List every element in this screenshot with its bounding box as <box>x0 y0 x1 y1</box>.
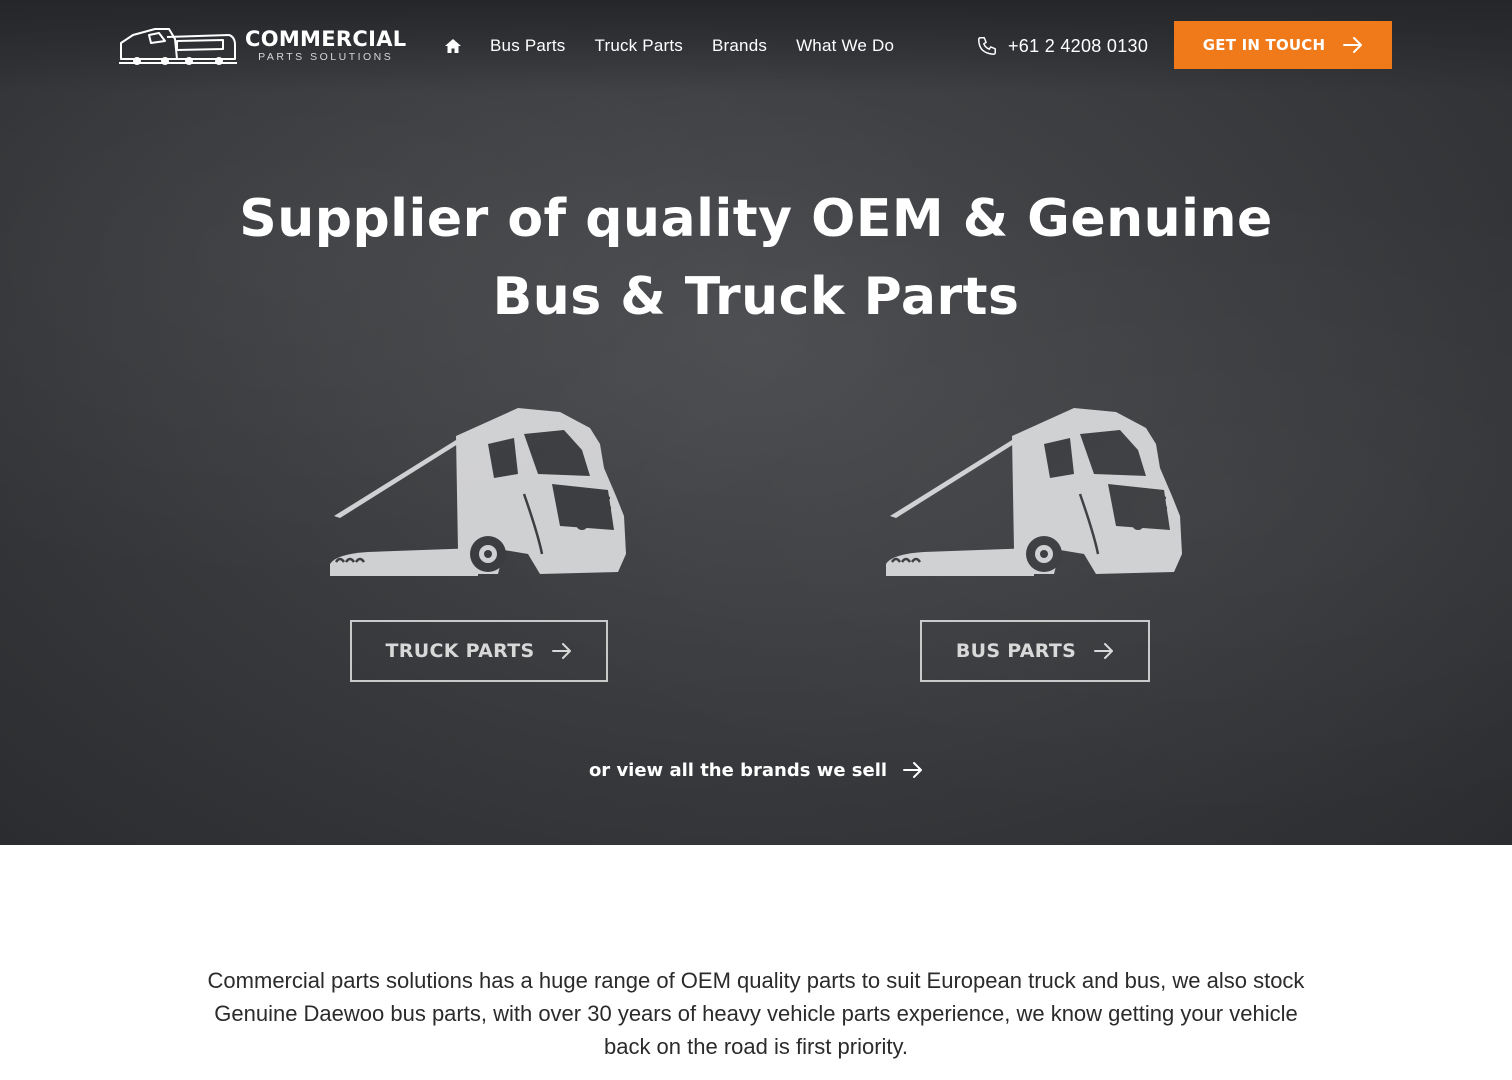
arrow-right-icon <box>1094 643 1114 659</box>
arrow-right-icon <box>1343 37 1363 53</box>
view-brands-label: or view all the brands we sell <box>588 759 888 781</box>
main-nav: Bus Parts Truck Parts Brands What We Do <box>444 30 923 62</box>
logo-title: COMMERCIAL <box>245 27 407 51</box>
bus-illustration-icon <box>886 408 1182 576</box>
logo-text: COMMERCIAL PARTS SOLUTIONS <box>245 28 406 64</box>
bus-parts-label: BUS PARTS <box>955 640 1077 662</box>
view-brands-link[interactable]: or view all the brands we sell <box>0 752 1512 788</box>
arrow-right-icon <box>552 643 572 659</box>
phone-link[interactable]: +61 2 4208 0130 <box>976 30 1148 62</box>
truck-bus-logo-icon <box>119 28 237 65</box>
nav-item-brands[interactable]: Brands <box>712 36 767 56</box>
intro-paragraph: Commercial parts solutions has a huge ra… <box>207 968 1305 1059</box>
arrow-right-icon <box>903 762 923 778</box>
get-in-touch-label: GET IN TOUCH <box>1202 36 1326 54</box>
nav-item-what-we-do[interactable]: What We Do <box>796 36 894 56</box>
truck-parts-label: TRUCK PARTS <box>385 640 535 662</box>
headline-line-1: Supplier of quality OEM & Genuine <box>239 189 1273 249</box>
phone-icon <box>978 37 996 55</box>
home-icon <box>445 39 461 53</box>
hero-section: COMMERCIAL PARTS SOLUTIONS Bus Parts Tru… <box>0 0 1512 845</box>
site-logo[interactable]: COMMERCIAL PARTS SOLUTIONS <box>119 24 409 68</box>
truck-parts-button[interactable]: TRUCK PARTS <box>350 620 608 682</box>
nav-home[interactable] <box>444 38 462 54</box>
truck-illustration-icon <box>330 408 626 576</box>
nav-item-bus-parts[interactable]: Bus Parts <box>490 36 566 56</box>
phone-number: +61 2 4208 0130 <box>1008 35 1149 56</box>
logo-subtitle: PARTS SOLUTIONS <box>258 51 394 63</box>
bus-parts-button[interactable]: BUS PARTS <box>920 620 1150 682</box>
hero-headline: Supplier of quality OEM & Genuine Bus & … <box>0 180 1512 336</box>
get-in-touch-button[interactable]: GET IN TOUCH <box>1174 21 1392 69</box>
headline-line-2: Bus & Truck Parts <box>492 267 1020 327</box>
site-header: COMMERCIAL PARTS SOLUTIONS Bus Parts Tru… <box>0 0 1512 92</box>
nav-item-truck-parts[interactable]: Truck Parts <box>595 36 683 56</box>
